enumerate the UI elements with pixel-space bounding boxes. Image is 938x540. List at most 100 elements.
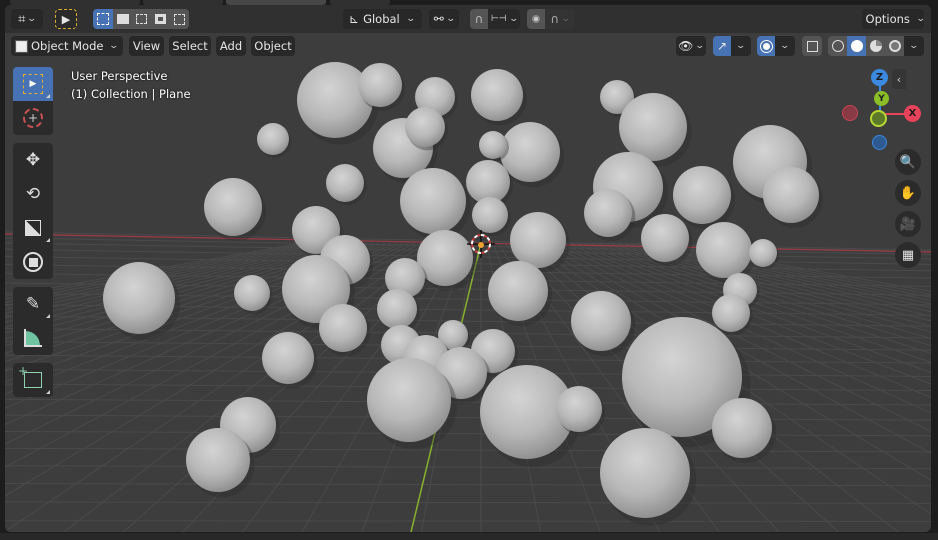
falloff-dropdown[interactable]: ∩ ⌄ [545,9,575,29]
icosphere-object[interactable] [234,275,270,311]
icosphere-object[interactable] [367,358,451,442]
gizmo-neg-x-axis[interactable] [842,105,858,121]
shading-material-button[interactable] [866,36,885,56]
pan-button[interactable]: ✋ [895,180,921,206]
icosphere-object[interactable] [257,123,289,155]
camera-icon: 🎥 [899,216,917,232]
viewport-header-menus: Object Mode ⌄ View Select Add Object 👁 ⌄ … [5,33,931,59]
set-new-selection-button[interactable] [93,9,113,29]
icosphere-object[interactable] [673,166,731,224]
shading-solid-button[interactable] [847,36,866,56]
icosphere-object[interactable] [377,289,417,329]
transform-orientation-dropdown[interactable]: ⊾ Global ⌄ [343,9,422,29]
zoom-button[interactable]: 🔍 [895,149,921,175]
tool-move[interactable]: ✥ [13,143,53,177]
ortho-toggle-button[interactable]: ▦ [895,242,921,268]
gizmo-y-axis[interactable]: Y [874,91,889,106]
overlay-toggle[interactable] [757,36,775,56]
select-tool-button[interactable]: ▶ [55,9,77,29]
xray-toggle[interactable] [802,36,822,56]
tool-rotate[interactable]: ⟲ [13,177,53,211]
icosphere-object[interactable] [584,189,632,237]
transform-orientation-value: Global [363,12,400,26]
mode-label: Object Mode [31,39,104,53]
icosphere-object[interactable] [319,304,367,352]
shading-wireframe-button[interactable] [828,36,847,56]
icosphere-object[interactable] [571,291,631,351]
gizmo-x-axis[interactable]: X [904,105,921,122]
rendered-sphere-icon [888,40,901,52]
shading-dropdown[interactable]: ⌄ [904,36,924,56]
overlay-dropdown[interactable]: ⌄ [775,36,795,56]
wireframe-sphere-icon [831,40,844,52]
subtract-selection-button[interactable] [132,9,151,29]
icosphere-object[interactable] [763,167,819,223]
icosphere-object[interactable] [471,69,523,121]
tool-select-box[interactable]: ▶ [13,67,53,101]
icosphere-object[interactable] [749,239,777,267]
snap-increment-icon: ⊢⊣ [490,14,507,24]
gizmo-dropdown[interactable]: ⌄ [731,36,751,56]
intersect-selection-button[interactable] [170,9,189,29]
cursor-icon: ▶ [61,12,71,26]
editor-type-menu[interactable]: ⌗ ⌄ [11,9,43,29]
tool-transform[interactable] [13,245,53,279]
menu-view[interactable]: View [129,36,164,56]
mode-dropdown[interactable]: Object Mode ⌄ [11,36,123,56]
tool-cursor[interactable]: + [13,101,53,135]
shading-rendered-button[interactable] [885,36,904,56]
eye-icon: 👁 [678,39,694,53]
tool-add-cube[interactable]: + [13,363,53,397]
snap-toggle[interactable]: ∩ [470,9,488,29]
icosphere-object[interactable] [479,131,507,159]
icosphere-object[interactable] [641,214,689,262]
icosphere-object[interactable] [326,164,364,202]
icosphere-object[interactable] [405,107,445,147]
options-label: Options [865,12,910,26]
icosphere-object[interactable] [619,93,687,161]
rotate-icon: ⟲ [25,184,41,204]
magnet-icon: ∩ [474,12,484,26]
gizmo-z-axis[interactable]: Z [871,69,888,86]
camera-view-button[interactable]: 🎥 [895,211,921,237]
tool-measure[interactable] [13,321,53,355]
icosphere-object[interactable] [400,168,466,234]
menu-object[interactable]: Object [251,36,295,56]
proportional-edit-group: ∩ ⌄ [527,9,575,29]
sidebar-toggle[interactable]: ‹ [892,69,906,89]
options-dropdown[interactable]: Options ⌄ [862,9,926,29]
measure-icon [24,329,42,347]
selectability-visibility-dropdown[interactable]: 👁 ⌄ [676,36,706,56]
icosphere-object[interactable] [600,428,690,518]
icosphere-object[interactable] [186,428,250,492]
icosphere-object[interactable] [103,262,175,334]
3d-viewport-area: ⌗ ⌄ ▶ ⊾ Global ⌄ ⚯ ⌄ ∩ ⊢⊣ ⌄ ∩ ⌄ Options … [5,5,931,532]
pivot-point-dropdown[interactable]: ⚯ ⌄ [429,9,459,29]
gizmo-neg-z-axis[interactable] [872,135,887,150]
proportional-edit-toggle[interactable] [527,9,545,29]
gizmo-toggle[interactable]: ↗ [713,36,731,56]
tool-scale[interactable] [13,211,53,245]
menu-select[interactable]: Select [169,36,211,56]
select-extend-icon [116,14,129,24]
gizmo-neg-y-axis[interactable] [870,110,887,127]
icosphere-object[interactable] [204,178,262,236]
icosphere-object[interactable] [696,222,752,278]
solid-sphere-icon [850,40,863,52]
icosphere-object[interactable] [510,212,566,268]
icosphere-object[interactable] [556,386,602,432]
icosphere-object[interactable] [488,261,548,321]
extend-selection-button[interactable] [113,9,132,29]
icosphere-object[interactable] [712,294,750,332]
tool-annotate[interactable]: ✎ [13,287,53,321]
icosphere-object[interactable] [472,197,508,233]
icosphere-object[interactable] [358,63,402,107]
view-name: User Perspective [71,69,168,83]
menu-add[interactable]: Add [216,36,246,56]
snap-element-dropdown[interactable]: ⊢⊣ ⌄ [488,9,520,29]
invert-selection-button[interactable] [151,9,170,29]
icosphere-object[interactable] [262,332,314,384]
menu-view-label: View [132,39,161,53]
material-sphere-icon [869,40,882,52]
icosphere-object[interactable] [712,398,772,458]
